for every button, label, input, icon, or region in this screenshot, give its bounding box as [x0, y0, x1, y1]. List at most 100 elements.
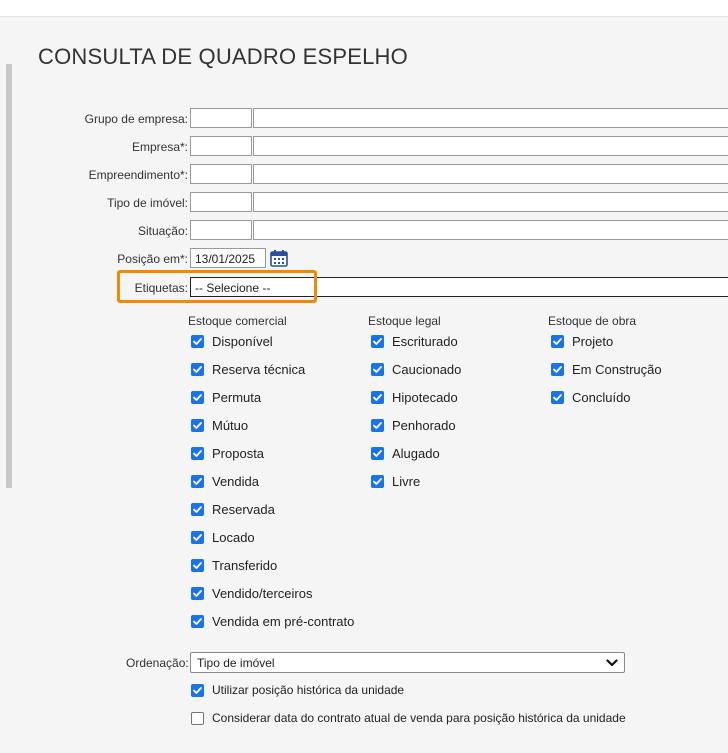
- tipo-imovel-label: Tipo de imóvel:: [107, 196, 188, 210]
- transferido-label: Transferido: [212, 557, 278, 573]
- checkbox-item-alugado[interactable]: Alugado: [371, 443, 440, 463]
- checkbox-item-em-construcao[interactable]: Em Construção: [551, 359, 662, 379]
- page-title: CONSULTA DE QUADRO ESPELHO: [38, 44, 408, 69]
- projeto-checkbox[interactable]: [551, 334, 564, 348]
- estoque-comercial-heading: Estoque comercial: [188, 314, 287, 328]
- checkbox-item-permuta[interactable]: Permuta: [191, 387, 261, 407]
- vendida-em-pre-contrato-label: Vendida em pré-contrato: [212, 613, 355, 629]
- row-empreendimento: Empreendimento*:: [0, 164, 728, 186]
- hipotecado-label: Hipotecado: [392, 389, 458, 405]
- posicao-label: Posição em*:: [117, 252, 188, 266]
- checkbox-item-reserva-tecnica[interactable]: Reserva técnica: [191, 359, 305, 379]
- caucionado-label: Caucionado: [392, 361, 462, 377]
- checkbox-item-proposta[interactable]: Proposta: [191, 443, 264, 463]
- em-construcao-checkbox[interactable]: [551, 362, 564, 376]
- proposta-label: Proposta: [212, 445, 265, 461]
- em-construcao-label: Em Construção: [572, 361, 662, 377]
- contrato-label: Considerar data do contrato atual de ven…: [212, 711, 626, 725]
- locado-checkbox[interactable]: [191, 530, 204, 544]
- vendido-terceiros-label: Vendido/terceiros: [212, 585, 313, 601]
- estoque-obra-heading: Estoque de obra: [548, 314, 637, 328]
- checkbox-item-locado[interactable]: Locado: [191, 527, 255, 547]
- mutuo-checkbox[interactable]: [191, 418, 204, 432]
- mutuo-label: Mútuo: [212, 417, 249, 433]
- livre-label: Livre: [392, 473, 421, 489]
- ordenacao-value: Tipo de imóvel: [197, 656, 275, 670]
- vendido-terceiros-checkbox[interactable]: [191, 586, 204, 600]
- penhorado-label: Penhorado: [392, 417, 456, 433]
- historica-option[interactable]: Utilizar posição histórica da unidade: [191, 680, 404, 700]
- row-tipo-imovel: Tipo de imóvel:: [0, 192, 728, 214]
- tipo-imovel-desc-input[interactable]: [253, 192, 728, 212]
- empreendimento-code-input[interactable]: [190, 164, 252, 184]
- concluido-checkbox[interactable]: [551, 390, 564, 404]
- tipo-imovel-code-input[interactable]: [190, 192, 252, 212]
- ordenacao-select[interactable]: Tipo de imóvel: [190, 652, 625, 673]
- situacao-label: Situação:: [137, 224, 188, 238]
- empreendimento-desc-input[interactable]: [253, 164, 728, 184]
- checkbox-item-vendida[interactable]: Vendida: [191, 471, 259, 491]
- historica-label: Utilizar posição histórica da unidade: [212, 683, 405, 697]
- checkbox-item-vendido-terceiros[interactable]: Vendido/terceiros: [191, 583, 312, 603]
- alugado-label: Alugado: [392, 445, 440, 461]
- locado-label: Locado: [212, 529, 255, 545]
- grupo-empresa-desc-input[interactable]: [253, 108, 728, 128]
- contrato-checkbox[interactable]: [191, 711, 204, 725]
- permuta-label: Permuta: [212, 389, 262, 405]
- calendar-icon[interactable]: [270, 249, 288, 267]
- escriturado-label: Escriturado: [392, 333, 458, 349]
- checkbox-item-penhorado[interactable]: Penhorado: [371, 415, 456, 435]
- escriturado-checkbox[interactable]: [371, 334, 384, 348]
- vendida-checkbox[interactable]: [191, 474, 204, 488]
- reserva-tecnica-checkbox[interactable]: [191, 362, 204, 376]
- checkbox-item-concluido[interactable]: Concluído: [551, 387, 631, 407]
- checkbox-item-caucionado[interactable]: Caucionado: [371, 359, 461, 379]
- row-etiquetas: Etiquetas: -- Selecione --: [0, 277, 728, 299]
- row-empresa: Empresa*:: [0, 136, 728, 158]
- disponivel-checkbox[interactable]: [191, 334, 204, 348]
- situacao-code-input[interactable]: [190, 220, 252, 240]
- row-posicao: Posição em*: 13/01/2025: [0, 248, 728, 270]
- grupo-empresa-code-input[interactable]: [190, 108, 252, 128]
- empresa-desc-input[interactable]: [253, 136, 728, 156]
- checkbox-item-hipotecado[interactable]: Hipotecado: [371, 387, 458, 407]
- hipotecado-checkbox[interactable]: [371, 390, 384, 404]
- chevron-down-icon: [606, 659, 618, 667]
- vendida-em-pre-contrato-checkbox[interactable]: [191, 614, 204, 628]
- reservada-label: Reservada: [212, 501, 275, 517]
- checkbox-item-transferido[interactable]: Transferido: [191, 555, 277, 575]
- checkbox-item-reservada[interactable]: Reservada: [191, 499, 275, 519]
- posicao-date-input[interactable]: 13/01/2025: [190, 248, 266, 268]
- livre-checkbox[interactable]: [371, 474, 384, 488]
- row-situacao: Situação:: [0, 220, 728, 242]
- alugado-checkbox[interactable]: [371, 446, 384, 460]
- permuta-checkbox[interactable]: [191, 390, 204, 404]
- penhorado-checkbox[interactable]: [371, 418, 384, 432]
- checkbox-item-vendida-em-pre-contrato[interactable]: Vendida em pré-contrato: [191, 611, 354, 631]
- empreendimento-label: Empreendimento*:: [88, 168, 188, 182]
- checkbox-item-disponivel[interactable]: Disponível: [191, 331, 273, 351]
- top-bar: [0, 0, 728, 17]
- checkbox-item-livre[interactable]: Livre: [371, 471, 420, 491]
- reserva-tecnica-label: Reserva técnica: [212, 361, 306, 377]
- reservada-checkbox[interactable]: [191, 502, 204, 516]
- checkbox-item-escriturado[interactable]: Escriturado: [371, 331, 458, 351]
- projeto-label: Projeto: [572, 333, 614, 349]
- disponivel-label: Disponível: [212, 333, 273, 349]
- concluido-label: Concluído: [572, 389, 631, 405]
- situacao-desc-input[interactable]: [253, 220, 728, 240]
- empresa-code-input[interactable]: [190, 136, 252, 156]
- checkbox-item-projeto[interactable]: Projeto: [551, 331, 613, 351]
- etiquetas-highlight-box: [117, 270, 317, 303]
- empresa-label: Empresa*:: [131, 140, 188, 154]
- row-grupo-empresa: Grupo de empresa:: [0, 108, 728, 130]
- caucionado-checkbox[interactable]: [371, 362, 384, 376]
- checkbox-item-mutuo[interactable]: Mútuo: [191, 415, 248, 435]
- proposta-checkbox[interactable]: [191, 446, 204, 460]
- estoque-legal-heading: Estoque legal: [368, 314, 441, 328]
- contrato-option[interactable]: Considerar data do contrato atual de ven…: [191, 708, 626, 728]
- transferido-checkbox[interactable]: [191, 558, 204, 572]
- ordenacao-label: Ordenação:: [126, 656, 189, 670]
- historica-checkbox[interactable]: [191, 683, 204, 697]
- vendida-label: Vendida: [212, 473, 259, 489]
